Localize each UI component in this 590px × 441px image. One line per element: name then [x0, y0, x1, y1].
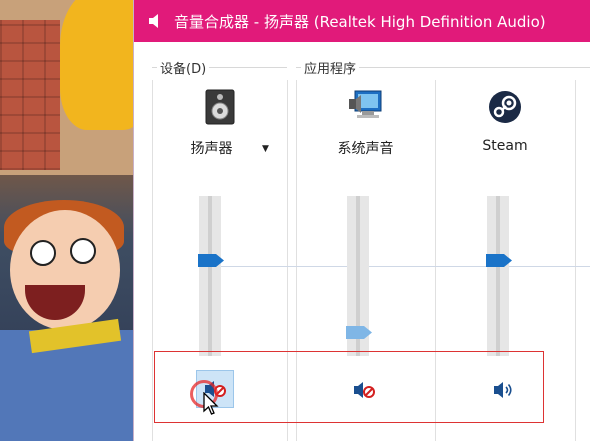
window-title: 音量合成器 - 扬声器 (Realtek High Definition Aud… [174, 12, 546, 31]
device-dropdown-arrow-icon[interactable]: ▼ [262, 144, 269, 154]
steam-icon [486, 88, 524, 126]
steam-volume-track-inner [496, 196, 500, 356]
speaker-volume-track-inner [208, 196, 212, 356]
system-sounds-icon [347, 88, 385, 126]
desktop-wallpaper [0, 0, 135, 441]
speaker-device-icon [201, 88, 239, 126]
channel-label: 系统声音 [337, 141, 394, 157]
channel-label: 扬声器 [190, 141, 233, 157]
steam-volume-slider-thumb[interactable] [486, 253, 512, 267]
channel-divider [575, 80, 576, 441]
title-bar[interactable]: 音量合成器 - 扬声器 (Realtek High Definition Aud… [134, 0, 590, 42]
apps-group-label: 应用程序 [301, 58, 360, 77]
channel-label: Steam [482, 138, 528, 154]
device-group-label: 设备(D) [157, 58, 210, 77]
mouse-cursor-icon [203, 391, 219, 420]
speaker-volume-slider-thumb[interactable] [198, 253, 224, 267]
speaker-title-icon [146, 12, 164, 30]
system-sounds-volume-slider-thumb[interactable] [346, 325, 372, 339]
